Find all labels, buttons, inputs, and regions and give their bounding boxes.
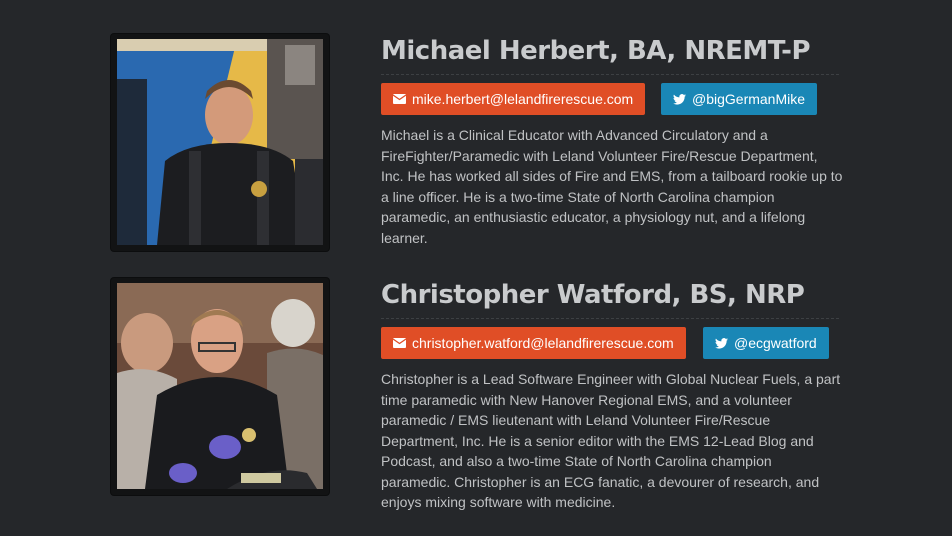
twitter-button[interactable]: @bigGermanMike (661, 83, 818, 115)
twitter-handle: @ecgwatford (734, 335, 817, 351)
email-address: mike.herbert@lelandfirerescue.com (412, 91, 634, 107)
envelope-icon (393, 338, 406, 348)
person-bio: Michael is a Clinical Educator with Adva… (381, 127, 843, 246)
twitter-button[interactable]: @ecgwatford (703, 327, 829, 359)
email-button[interactable]: mike.herbert@lelandfirerescue.com (381, 83, 646, 115)
twitter-bird-icon (673, 93, 686, 105)
person-name: Christopher Watford, BS, NRP (381, 280, 839, 319)
envelope-icon (393, 94, 406, 104)
email-button[interactable]: christopher.watford@lelandfirerescue.com (381, 327, 686, 359)
email-address: christopher.watford@lelandfirerescue.com (412, 335, 674, 351)
profile-photo (117, 39, 323, 245)
twitter-bird-icon (715, 337, 728, 349)
profile-photo-frame (111, 34, 329, 251)
profile-photo (117, 283, 323, 489)
person-bio: Christopher is a Lead Software Engineer … (381, 371, 841, 510)
twitter-handle: @bigGermanMike (692, 91, 806, 107)
profile-photo-frame (111, 278, 329, 495)
person-name: Michael Herbert, BA, NREMT-P (381, 36, 839, 75)
